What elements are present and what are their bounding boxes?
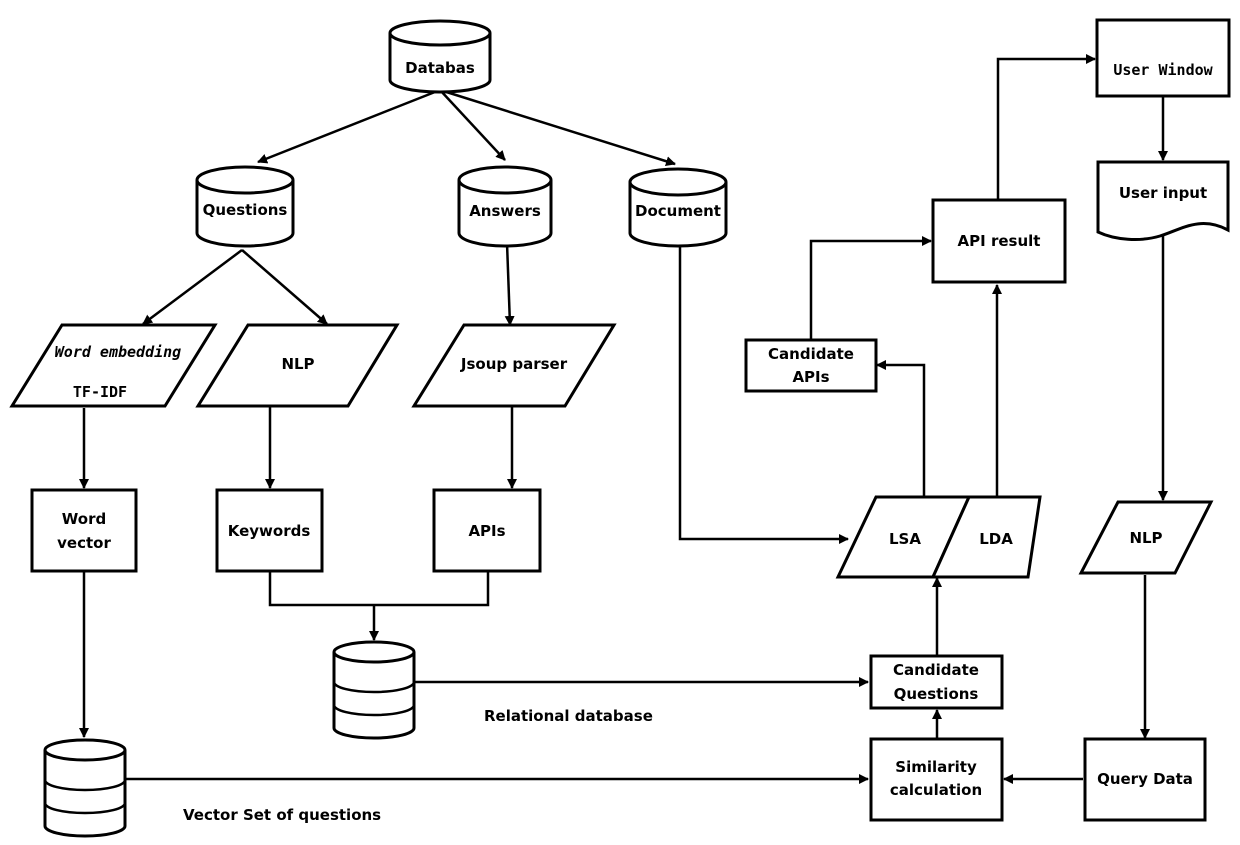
api-result-node: API result (931, 198, 1067, 284)
vector-set-node: Vector Set of questions (43, 738, 381, 838)
document-label: Document (635, 202, 721, 220)
lsa-label: LSA (889, 530, 921, 548)
nlp-right-node: NLP (1078, 500, 1214, 575)
edge-lsa-candidateapis (876, 360, 926, 497)
edge-candidateapis-apiresult (809, 236, 932, 340)
similarity-label-2: calculation (890, 781, 982, 799)
questions-node: Questions (195, 165, 295, 248)
relational-database-node: Relational database (332, 640, 653, 740)
similarity-calculation-node: Similarity calculation (869, 737, 1004, 822)
user-window-label: User Window (1113, 61, 1213, 79)
keywords-node: Keywords (215, 488, 324, 573)
nlp-left-node: NLP (195, 323, 400, 408)
candidate-questions-label-2: Questions (894, 685, 979, 703)
word-embedding-label: Word embedding (55, 343, 181, 361)
query-data-node: Query Data (1083, 737, 1207, 822)
query-data-label: Query Data (1097, 770, 1193, 788)
jsoup-parser-label: Jsoup parser (460, 355, 568, 373)
lsa-lda-node: LSA LDA (835, 495, 1042, 579)
edge-questions-wordembedding (142, 248, 243, 326)
user-window-node: User Window (1095, 18, 1231, 98)
word-vector-label-1: Word (62, 510, 106, 528)
edge-questions-nlp (241, 249, 328, 325)
apis-label: APIs (468, 522, 505, 540)
answers-node: Answers (457, 165, 553, 248)
nlp-left-label: NLP (281, 355, 314, 373)
api-result-label: API result (958, 232, 1041, 250)
keywords-label: Keywords (228, 522, 311, 540)
database-node: Databas (388, 19, 492, 94)
edge-keywords-apis-reldb (268, 570, 490, 607)
word-vector-label-2: vector (57, 534, 111, 552)
edge-apiresult-userwindow (996, 54, 1096, 200)
database-label: Databas (405, 59, 475, 77)
nlp-right-label: NLP (1129, 529, 1162, 547)
lda-label: LDA (979, 530, 1013, 548)
candidate-questions-node: Candidate Questions (869, 654, 1004, 710)
jsoup-parser-node: Jsoup parser (411, 323, 617, 408)
edge-answers-jsoup (504, 242, 515, 326)
word-vector-node: Word vector (30, 488, 138, 573)
answers-label: Answers (469, 202, 541, 220)
candidate-questions-label-1: Candidate (893, 661, 979, 679)
user-input-label: User input (1119, 184, 1207, 202)
candidate-apis-node: Candidate APIs (744, 338, 878, 393)
vector-set-caption: Vector Set of questions (183, 806, 381, 824)
similarity-label-1: Similarity (895, 758, 977, 776)
user-input-node: User input (1096, 160, 1230, 241)
word-embedding-node: Word embedding TF-IDF (9, 323, 218, 408)
tf-idf-label: TF-IDF (73, 383, 127, 401)
candidate-apis-label-1: Candidate (768, 345, 854, 363)
apis-node: APIs (432, 488, 542, 573)
flowchart: Databas Questions Answers Document Word … (9, 18, 1231, 838)
document-node: Document (628, 167, 728, 248)
candidate-apis-label-2: APIs (792, 368, 829, 386)
relational-database-caption: Relational database (484, 707, 653, 725)
edge-database-questions (257, 88, 441, 164)
questions-label: Questions (203, 201, 288, 219)
